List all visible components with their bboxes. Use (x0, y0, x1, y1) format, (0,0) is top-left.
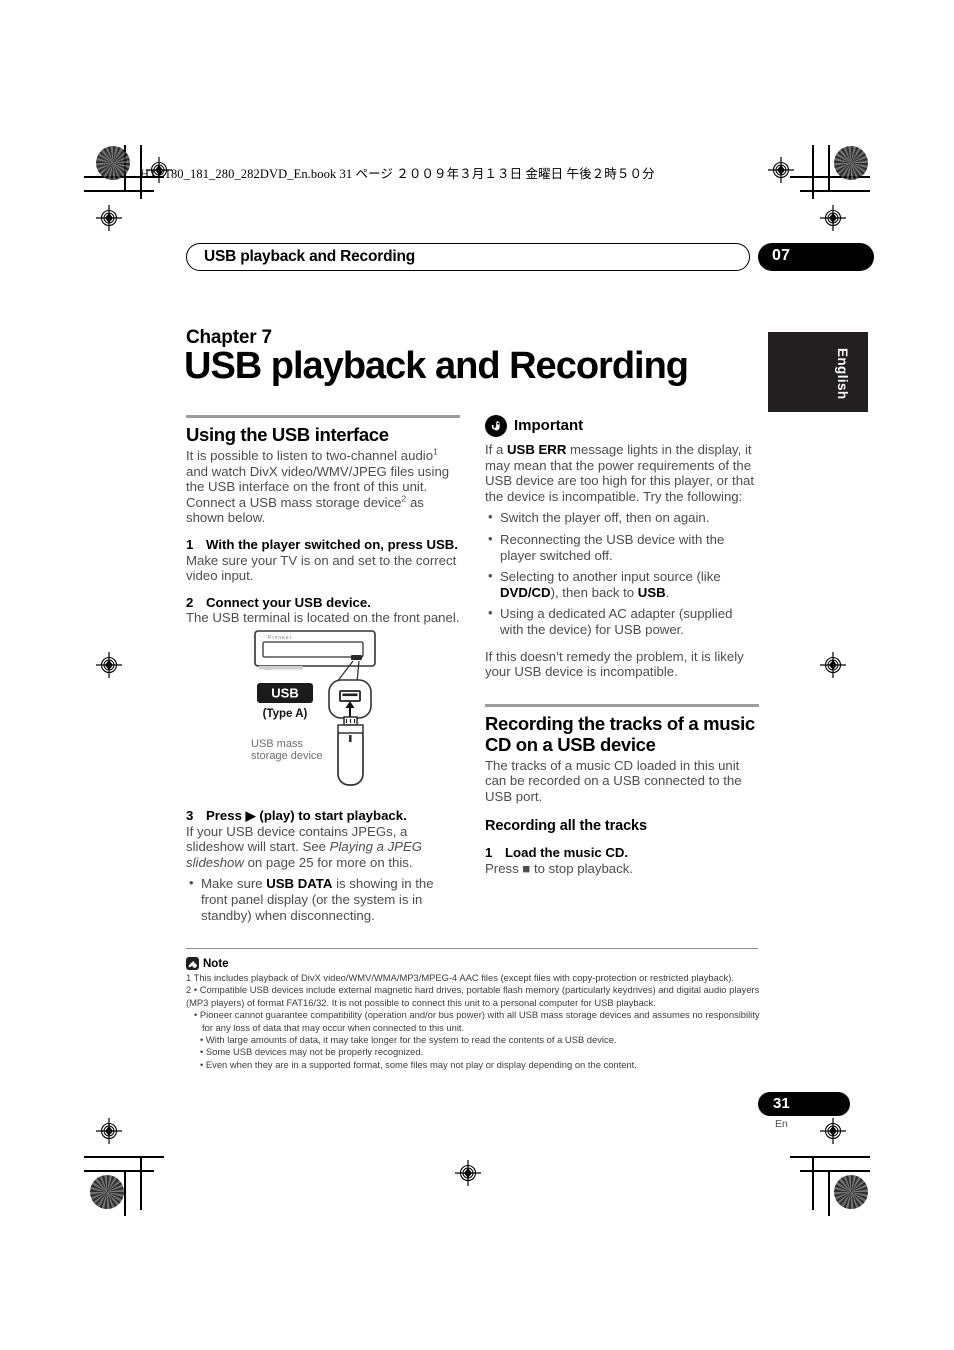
play-icon: ▶ (245, 807, 256, 823)
section-heading-recording: Recording the tracks of a music CD on a … (485, 712, 755, 755)
halftone-patch-top-right (834, 146, 868, 180)
step-3-title-pre: Press (206, 807, 246, 823)
chapter-number: 07 (772, 247, 791, 264)
recording-step-1-body: Press ■ to stop playback. (485, 861, 759, 877)
page-number-pill (758, 1092, 850, 1116)
recording-step-1-heading: 1 Load the music CD. (485, 845, 759, 861)
registration-mark-right-middle (820, 652, 846, 678)
manual-page: HTZ180_181_280_282DVD_En.book 31 ページ ２００… (0, 0, 954, 1350)
step-2-body: The USB terminal is located on the front… (186, 610, 460, 626)
step-3-bullets: Make sure USB DATA is showing in the fro… (186, 875, 460, 923)
note-line: 2 • Compatible USB devices include exter… (186, 984, 760, 1008)
language-tab: English (768, 332, 868, 412)
note-divider (186, 948, 758, 950)
page-title: USB playback and Recording (184, 345, 689, 387)
step-3-number: 3 (186, 807, 194, 823)
list-item: Make sure USB DATA is showing in the fro… (186, 875, 460, 923)
registration-mark-bottom-center (455, 1160, 481, 1186)
note-line: 1 This includes playback of DivX video/W… (186, 972, 734, 983)
halftone-patch-bottom-right (834, 1175, 868, 1209)
bullet-text-mid: ), then back to (550, 584, 638, 600)
bullet-text-bold: USB DATA (266, 876, 333, 892)
step-1-body: Make sure your TV is on and set to the c… (186, 552, 457, 584)
note-label: Note (203, 957, 229, 970)
important-closing: If this doesn’t remedy the problem, it i… (485, 648, 744, 680)
usb-type-label: (Type A) (263, 708, 308, 720)
note-line: • Even when they are in a supported form… (200, 1058, 637, 1070)
section-heading-usb-interface: Using the USB interface (186, 424, 389, 445)
section-rule (186, 415, 460, 418)
list-item: Using a dedicated AC adapter (supplied w… (485, 605, 759, 637)
footnote-ref-1: 1 (433, 446, 438, 457)
registration-mark-top-right (768, 157, 794, 183)
note-line: • Some USB devices may not be properly r… (200, 1046, 424, 1058)
important-intro: If a USB ERR message lights in the displ… (485, 442, 759, 504)
bullet-text-post: . (665, 584, 670, 600)
hand-pointer-icon (485, 415, 507, 437)
step-1-title: With the player switched on, press USB. (206, 536, 458, 552)
registration-mark-left-upper (96, 205, 122, 231)
registration-mark-right-upper (820, 205, 846, 231)
note-header: Note (186, 957, 229, 970)
recording-body-pre: Press (485, 860, 523, 876)
note-body: 1 This includes playback of DivX video/W… (186, 972, 764, 1071)
recording-step-1-title: Load the music CD. (505, 845, 629, 861)
note-line: • Pioneer cannot guarantee compatibility… (194, 1009, 760, 1033)
subheading-recording-all-tracks: Recording all the tracks (485, 817, 647, 834)
step-3-heading: 3 Press ▶ (play) to start playback. (186, 808, 460, 824)
intro-text-1: It is possible to listen to two-channel … (186, 448, 434, 463)
usb-label: USB (637, 584, 666, 600)
bullet-text-pre: Selecting to another input source (like (500, 569, 721, 585)
right-column: Important If a USB ERR message lights in… (485, 415, 759, 876)
important-intro-pre: If a (485, 442, 507, 457)
registration-mark-left-middle (96, 652, 122, 678)
registration-mark-right-lower (820, 1118, 846, 1144)
list-item: Switch the player off, then on again. (485, 509, 759, 526)
step-1-number: 1 (186, 536, 194, 552)
svg-text:USB: USB (271, 686, 298, 701)
step-2-heading: 2 Connect your USB device. (186, 595, 460, 611)
usb-device-label-line1: USB mass (251, 738, 303, 750)
halftone-patch-bottom-left (90, 1175, 124, 1209)
important-label: Important (514, 417, 584, 435)
important-bullets: Switch the player off, then on again. Re… (485, 509, 759, 637)
note-pencil-icon (186, 957, 199, 970)
halftone-patch-top-left (96, 146, 130, 180)
usb-connection-diagram: Pioneer USB (Type A) USB mass storage de… (245, 625, 415, 795)
usb-err-code: USB ERR (507, 442, 567, 457)
important-callout-header: Important (485, 415, 759, 437)
step-1-heading: 1 With the player switched on, press USB. (186, 537, 460, 553)
step-3-body: If your USB device contains JPEGs, a sli… (186, 824, 460, 871)
recording-intro: The tracks of a music CD loaded in this … (485, 757, 742, 804)
recording-step-1-number: 1 (485, 845, 493, 861)
recording-body-post: to stop playback. (530, 860, 633, 876)
step-2-title: Connect your USB device. (206, 594, 371, 610)
registration-mark-left-lower (96, 1118, 122, 1144)
section-rule (485, 703, 759, 707)
intro-paragraph: It is possible to listen to two-channel … (186, 446, 460, 526)
svg-text:Pioneer: Pioneer (268, 635, 292, 641)
player-front-panel-illustration: Pioneer (254, 630, 376, 670)
bullet-text-pre: Make sure (201, 876, 267, 892)
dvd-cd-label: DVD/CD (500, 584, 551, 600)
usb-device-label-line2: storage device (251, 750, 323, 762)
page-language-code: En (775, 1118, 788, 1130)
note-line: • With large amounts of data, it may tak… (200, 1034, 617, 1046)
list-item: Reconnecting the USB device with the pla… (485, 531, 759, 563)
step-2-number: 2 (186, 594, 194, 610)
list-item: Selecting to another input source (like … (485, 568, 759, 600)
language-tab-label: English (835, 348, 850, 400)
usb-badge: USB (257, 683, 313, 703)
running-head-title: USB playback and Recording (204, 248, 415, 265)
step-3-body-2: on page 25 for more on this. (243, 854, 413, 870)
usb-flash-drive-illustration (337, 716, 364, 786)
step-3-title-post: (play) to start playback. (255, 807, 407, 823)
page-number: 31 (773, 1095, 790, 1112)
print-job-header: HTZ180_181_280_282DVD_En.book 31 ページ ２００… (140, 167, 655, 181)
